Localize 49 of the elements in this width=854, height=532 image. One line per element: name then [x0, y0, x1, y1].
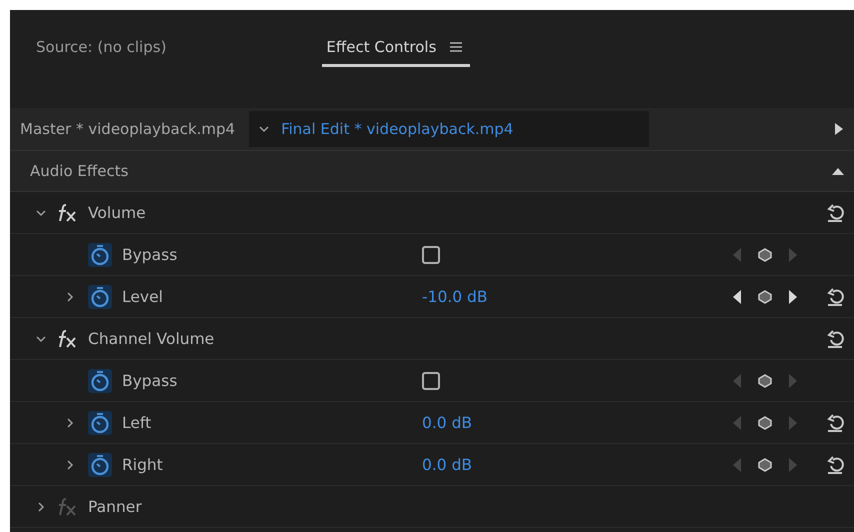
add-keyframe-icon[interactable] [758, 290, 772, 304]
chevron-icon[interactable] [65, 292, 75, 302]
reset-icon[interactable] [825, 286, 845, 306]
tab-label: Effect Controls [326, 38, 436, 56]
parameter-value[interactable]: -10.0 dB [422, 288, 488, 306]
chevron-icon[interactable] [36, 334, 46, 344]
next-keyframe-icon[interactable] [788, 288, 798, 304]
reset-icon[interactable] [825, 202, 845, 222]
chevron-icon[interactable] [259, 124, 270, 134]
chevron-icon[interactable] [36, 502, 46, 512]
play-triangle-icon[interactable] [834, 122, 844, 136]
bypass-checkbox[interactable] [422, 372, 440, 390]
stopwatch-icon[interactable] [88, 284, 112, 308]
add-keyframe-icon[interactable] [758, 248, 772, 262]
reset-icon[interactable] [825, 412, 845, 432]
stopwatch-icon[interactable] [88, 242, 112, 266]
panel-tab[interactable]: Effect Controls [322, 38, 470, 67]
section-title: Audio Effects [30, 162, 128, 180]
stopwatch-icon[interactable] [88, 368, 112, 392]
add-keyframe-icon[interactable] [758, 374, 772, 388]
stopwatch-icon[interactable] [88, 452, 112, 476]
collapse-triangle-icon[interactable] [832, 167, 844, 175]
fx-icon[interactable] [56, 330, 78, 348]
effect-name: Channel Volume [88, 330, 214, 348]
fx-icon[interactable] [56, 204, 78, 222]
tab-label: Source: (no clips) [36, 38, 166, 56]
chevron-icon[interactable] [65, 418, 75, 428]
parameter-name: Right [122, 456, 163, 474]
sequence-clip-dropdown[interactable]: Final Edit * videoplayback.mp4 [249, 111, 650, 147]
parameter-name: Left [122, 414, 152, 432]
effect-name: Panner [88, 498, 142, 516]
parameter-name: Level [122, 288, 163, 306]
parameter-name: Bypass [122, 372, 178, 390]
menu-icon[interactable] [450, 42, 462, 52]
bypass-checkbox[interactable] [422, 246, 440, 264]
parameter-value[interactable]: 0.0 dB [422, 414, 472, 432]
reset-icon[interactable] [825, 328, 845, 348]
parameter-name: Bypass [122, 246, 178, 264]
master-clip-label: Master * videoplayback.mp4 [19, 120, 236, 138]
effect-name: Volume [88, 204, 146, 222]
add-keyframe-icon[interactable] [758, 416, 772, 430]
previous-keyframe-icon[interactable] [732, 288, 742, 304]
chevron-icon[interactable] [65, 460, 75, 470]
panel-tab[interactable]: Source: (no clips) [32, 38, 174, 67]
reset-icon[interactable] [825, 454, 845, 474]
chevron-icon[interactable] [36, 208, 46, 218]
add-keyframe-icon[interactable] [758, 458, 772, 472]
stopwatch-icon[interactable] [88, 410, 112, 434]
parameter-value[interactable]: 0.0 dB [422, 456, 472, 474]
